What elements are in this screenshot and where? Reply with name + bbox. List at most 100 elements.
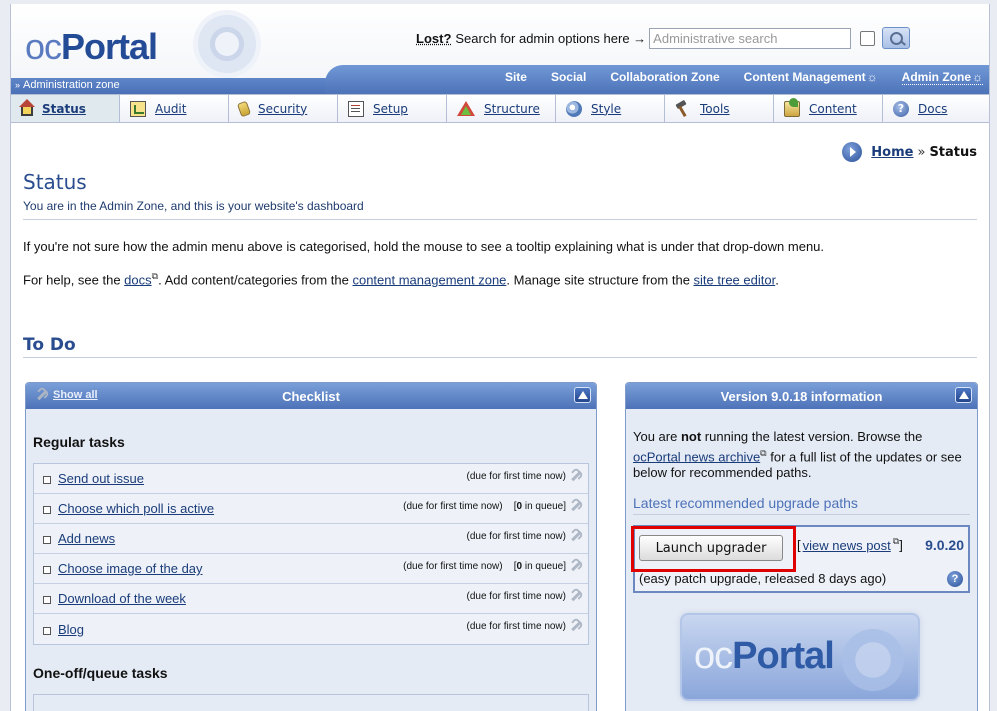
task-queue-suffix: in queue] <box>522 561 566 572</box>
lost-help-label[interactable]: Lost? <box>416 31 451 46</box>
help-text-3: . Manage site structure from the <box>506 272 694 288</box>
collapse-up-icon[interactable] <box>955 387 972 403</box>
logo-oc-text: oc <box>25 26 62 67</box>
version-text-1: You are <box>633 429 681 444</box>
latest-version-number: 9.0.20 <box>925 537 964 554</box>
task-checkbox[interactable] <box>43 476 51 484</box>
page-title: Status <box>23 170 87 194</box>
menu-item-style[interactable]: Style <box>556 95 665 122</box>
zone-link-social[interactable]: Social <box>551 70 586 85</box>
content-icon <box>784 97 800 117</box>
task-link[interactable]: Choose which poll is active <box>58 501 214 516</box>
menu-label-tools[interactable]: Tools <box>700 102 730 116</box>
menu-label-setup[interactable]: Setup <box>373 102 408 116</box>
zone-link-collaboration[interactable]: Collaboration Zone <box>610 70 719 85</box>
ocportal-logo[interactable]: ocPortal <box>25 26 158 68</box>
chevron-right-icon: » <box>15 80 21 90</box>
show-all-control[interactable]: Show all <box>36 389 98 401</box>
task-due: (due for first time now) <box>467 591 566 602</box>
zone-links: Site Social Collaboration Zone Content M… <box>481 70 983 85</box>
wrench-icon[interactable] <box>570 560 582 572</box>
version-text-not: not <box>680 429 702 444</box>
collapse-up-icon[interactable] <box>574 387 591 403</box>
docs-link[interactable]: docs <box>124 272 151 287</box>
task-due: (due for first time now) [0 in queue] <box>403 501 566 512</box>
wrench-icon[interactable] <box>570 590 582 602</box>
external-link-icon: ⧉ <box>892 536 900 547</box>
task-checkbox[interactable] <box>43 536 51 544</box>
zone-link-site[interactable]: Site <box>505 70 527 85</box>
menu-item-content[interactable]: Content <box>774 95 883 122</box>
tools-icon <box>675 101 691 117</box>
task-link[interactable]: Send out issue <box>58 471 144 486</box>
menu-item-docs[interactable]: ? Docs <box>883 95 989 122</box>
intro-paragraph: If you're not sure how the admin menu ab… <box>23 239 825 254</box>
search-checkbox[interactable] <box>860 30 876 46</box>
task-checkbox[interactable] <box>43 626 51 635</box>
menu-label-status[interactable]: Status <box>42 102 86 116</box>
checklist-body: Regular tasks Send out issue (due for fi… <box>26 434 596 711</box>
menu-item-structure[interactable]: Structure <box>447 95 556 122</box>
checklist-header: Show all Checklist <box>26 383 596 409</box>
task-checkbox[interactable] <box>43 506 51 514</box>
task-link[interactable]: Blog <box>58 622 84 637</box>
structure-icon <box>457 101 475 116</box>
help-text-4: . <box>775 272 779 288</box>
task-choose-poll: Choose which poll is active (due for fir… <box>34 494 588 524</box>
task-link[interactable]: Add news <box>58 531 115 546</box>
task-add-news: Add news (due for first time now) <box>34 524 588 554</box>
news-archive-link[interactable]: ocPortal news archive <box>633 449 760 464</box>
show-all-link[interactable]: Show all <box>53 389 98 401</box>
task-link[interactable]: Download of the week <box>58 591 186 606</box>
version-status-text: You are not running the latest version. … <box>633 429 970 481</box>
admin-menu: Status Audit Security Setup Structure St… <box>11 94 989 123</box>
task-download-of-week: Download of the week (due for first time… <box>34 584 588 614</box>
content-management-zone-link[interactable]: content management zone <box>352 272 506 287</box>
breadcrumb: Home » Status <box>842 142 977 162</box>
zone-link-admin-zone[interactable]: Admin Zone☼ <box>901 70 983 85</box>
menu-label-content[interactable]: Content <box>809 102 857 116</box>
task-checkbox[interactable] <box>43 596 51 604</box>
oneoff-tasks-title: One-off/queue tasks <box>33 665 168 681</box>
menu-item-setup[interactable]: Setup <box>338 95 447 122</box>
version-title: Version 9.0.18 information <box>720 388 883 404</box>
wrench-icon[interactable] <box>570 470 582 482</box>
task-due-text: (due for first time now) <box>466 591 566 602</box>
home-icon <box>19 99 35 116</box>
search-icon[interactable] <box>882 27 911 49</box>
task-link[interactable]: Choose image of the day <box>58 561 203 576</box>
security-icon <box>236 100 252 117</box>
breadcrumb-home-link[interactable]: Home <box>871 145 913 160</box>
view-news-post-link[interactable]: view news post <box>803 538 891 553</box>
oneoff-task-list <box>33 694 589 711</box>
admin-search-input[interactable] <box>649 27 852 49</box>
docs-icon: ? <box>893 100 909 117</box>
menu-label-structure[interactable]: Structure <box>484 102 540 116</box>
task-checkbox[interactable] <box>43 566 51 574</box>
task-due: (due for first time now) <box>467 621 566 632</box>
checklist-title: Checklist <box>282 388 340 404</box>
menu-item-status[interactable]: Status <box>11 95 120 122</box>
task-blog: Blog (due for first time now) <box>34 614 588 644</box>
menu-item-tools[interactable]: Tools <box>665 95 774 122</box>
promo-logo-portal: Portal <box>732 635 835 677</box>
wrench-icon[interactable] <box>570 620 582 632</box>
zone-link-content-management[interactable]: Content Management☼ <box>744 70 878 85</box>
menu-item-audit[interactable]: Audit <box>120 95 229 122</box>
site-tree-editor-link[interactable]: site tree editor <box>694 272 776 287</box>
wrench-icon[interactable] <box>570 530 582 542</box>
page: ocPortal Lost? Search for admin options … <box>10 4 990 711</box>
menu-item-security[interactable]: Security <box>229 95 338 122</box>
regular-tasks-title: Regular tasks <box>33 434 125 450</box>
wrench-icon[interactable] <box>570 500 582 512</box>
menu-label-audit[interactable]: Audit <box>155 102 186 116</box>
help-icon[interactable]: ? <box>947 571 963 588</box>
task-send-out-issue: Send out issue (due for first time now) <box>34 464 588 494</box>
menu-label-style[interactable]: Style <box>591 102 621 116</box>
menu-label-docs[interactable]: Docs <box>918 102 947 116</box>
launch-upgrader-button[interactable]: Launch upgrader <box>639 535 783 562</box>
menu-label-security[interactable]: Security <box>258 102 307 116</box>
zone-label: » Administration zone <box>15 79 120 91</box>
version-header: Version 9.0.18 information <box>626 383 977 409</box>
zone-label-text: Administration zone <box>23 79 120 91</box>
